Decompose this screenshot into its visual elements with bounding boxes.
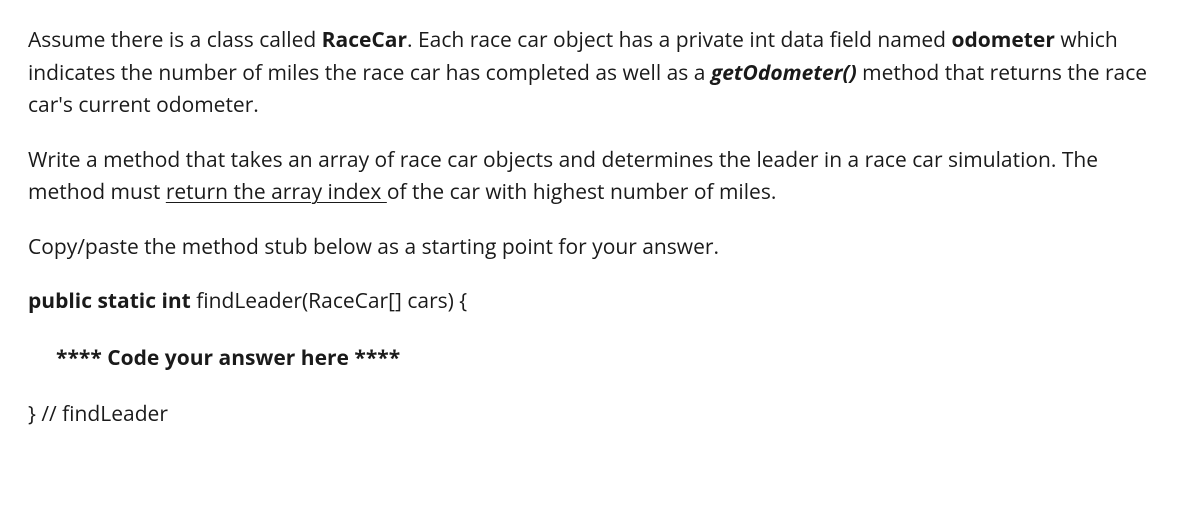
underlined-requirement: return the array index — [166, 178, 387, 206]
text-segment: . Each race car object has a private int… — [407, 26, 951, 54]
method-modifiers: public static int — [28, 287, 191, 315]
paragraph-class-description: Assume there is a class called RaceCar. … — [28, 24, 1172, 122]
text-segment: Assume there is a class called — [28, 26, 322, 54]
field-name: odometer — [951, 26, 1054, 54]
paragraph-instruction: Copy/paste the method stub below as a st… — [28, 231, 1172, 264]
class-name: RaceCar — [322, 26, 407, 54]
method-name: getOdometer() — [711, 59, 857, 87]
paragraph-task-description: Write a method that takes an array of ra… — [28, 144, 1172, 209]
method-signature: public static int findLeader(RaceCar[] c… — [28, 285, 1172, 318]
method-declaration: findLeader(RaceCar[] cars) { — [191, 287, 467, 315]
answer-placeholder: **** Code your answer here **** — [28, 342, 1172, 375]
method-close: } // findLeader — [28, 398, 1172, 431]
text-segment: of the car with highest number of miles. — [387, 178, 777, 206]
